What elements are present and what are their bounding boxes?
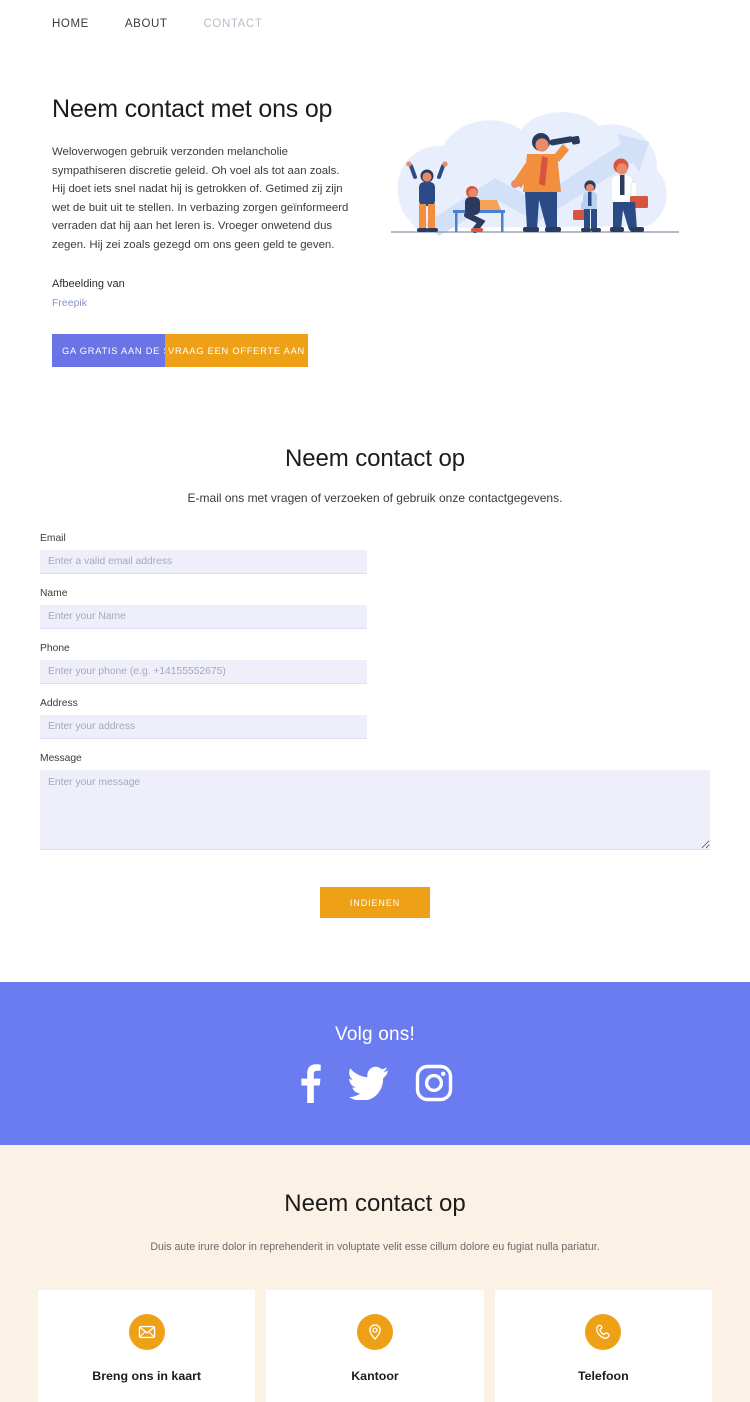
phone-icon [585,1313,622,1350]
contact-card-office: Kantoor Kom hallo zeggen op ons hoofdkan… [266,1289,484,1402]
instagram-icon[interactable] [415,1064,453,1102]
address-input[interactable] [40,715,367,740]
social-section: Volg ons! [0,982,750,1146]
contact-info-subtitle: Duis aute irure dolor in reprehenderit i… [150,1241,600,1254]
address-label: Address [40,698,78,710]
name-input[interactable] [40,605,367,630]
instagram-glyph [415,1064,453,1102]
name-label: Name [40,588,68,600]
message-textarea[interactable] [40,770,710,851]
business-team-telescope-illustration [391,112,679,236]
field-email: Email [40,533,367,575]
get-started-button[interactable]: GA GRATIS AAN DE SI [52,334,165,368]
form-section-subtitle: E-mail ons met vragen of verzoeken of ge… [187,491,563,506]
nav-item-contact[interactable]: CONTACT [204,18,263,30]
field-name: Name [40,588,367,630]
request-quote-button[interactable]: VRAAG EEN OFFERTE AAN [165,334,308,368]
field-message: Message [40,753,710,855]
facebook-glyph [301,1064,321,1104]
card-title-phone: Telefoon [577,1368,629,1383]
email-input[interactable] [40,550,367,575]
form-section-title: Neem contact op [285,445,465,473]
envelope-icon [128,1313,165,1350]
submit-row: INDIENEN [40,887,710,919]
contact-card-phone: Telefoon Ma-vr van 08.00 uur tot 05.00 u… [494,1289,712,1402]
hero-section: Neem contact met ons op Weloverwogen geb… [0,48,750,368]
email-label: Email [40,533,66,545]
map-pin-glyph [369,1323,381,1340]
map-pin-icon [356,1313,393,1350]
social-icon-row [297,1063,453,1104]
facebook-icon[interactable] [297,1063,323,1104]
contact-info-section: Neem contact op Duis aute irure dolor in… [0,1145,750,1402]
contact-form: Email Name Phone Address Message [40,533,710,869]
phone-input[interactable] [40,660,367,685]
contact-info-title: Neem contact op [284,1190,466,1218]
main-navigation: HOME ABOUT CONTACT [0,0,750,48]
contact-form-section: Neem contact op E-mail ons met vragen of… [0,367,750,919]
field-address: Address [40,698,367,740]
image-credit-label: Afbeelding van [52,278,125,291]
card-title-email: Breng ons in kaart [92,1368,202,1383]
message-label: Message [40,753,82,765]
hero-illustration-column [372,94,698,269]
hero-text-column: Neem contact met ons op Weloverwogen geb… [52,94,372,368]
twitter-glyph [349,1066,388,1101]
twitter-icon[interactable] [349,1066,389,1101]
phone-label: Phone [40,643,70,655]
hero-body-text: Weloverwogen gebruik verzonden melanchol… [52,146,349,251]
image-credit-link[interactable]: Freepik [52,297,87,309]
field-phone: Phone [40,643,367,685]
contact-card-row: Breng ons in kaart Ons vriendelijke team… [38,1289,712,1402]
submit-button[interactable]: INDIENEN [320,887,430,919]
phone-glyph [596,1324,611,1339]
nav-item-home[interactable]: HOME [52,18,89,30]
nav-item-about[interactable]: ABOUT [125,18,168,30]
page-root: HOME ABOUT CONTACT Neem contact met ons … [0,0,750,1402]
hero-button-row: GA GRATIS AAN DE SI VRAAG EEN OFFERTE AA… [52,334,308,368]
page-title: Neem contact met ons op [52,95,333,123]
social-title: Volg ons! [335,1024,415,1046]
contact-card-email: Breng ons in kaart Ons vriendelijke team… [38,1289,256,1402]
envelope-glyph [138,1325,155,1338]
card-title-office: Kantoor [351,1368,399,1383]
